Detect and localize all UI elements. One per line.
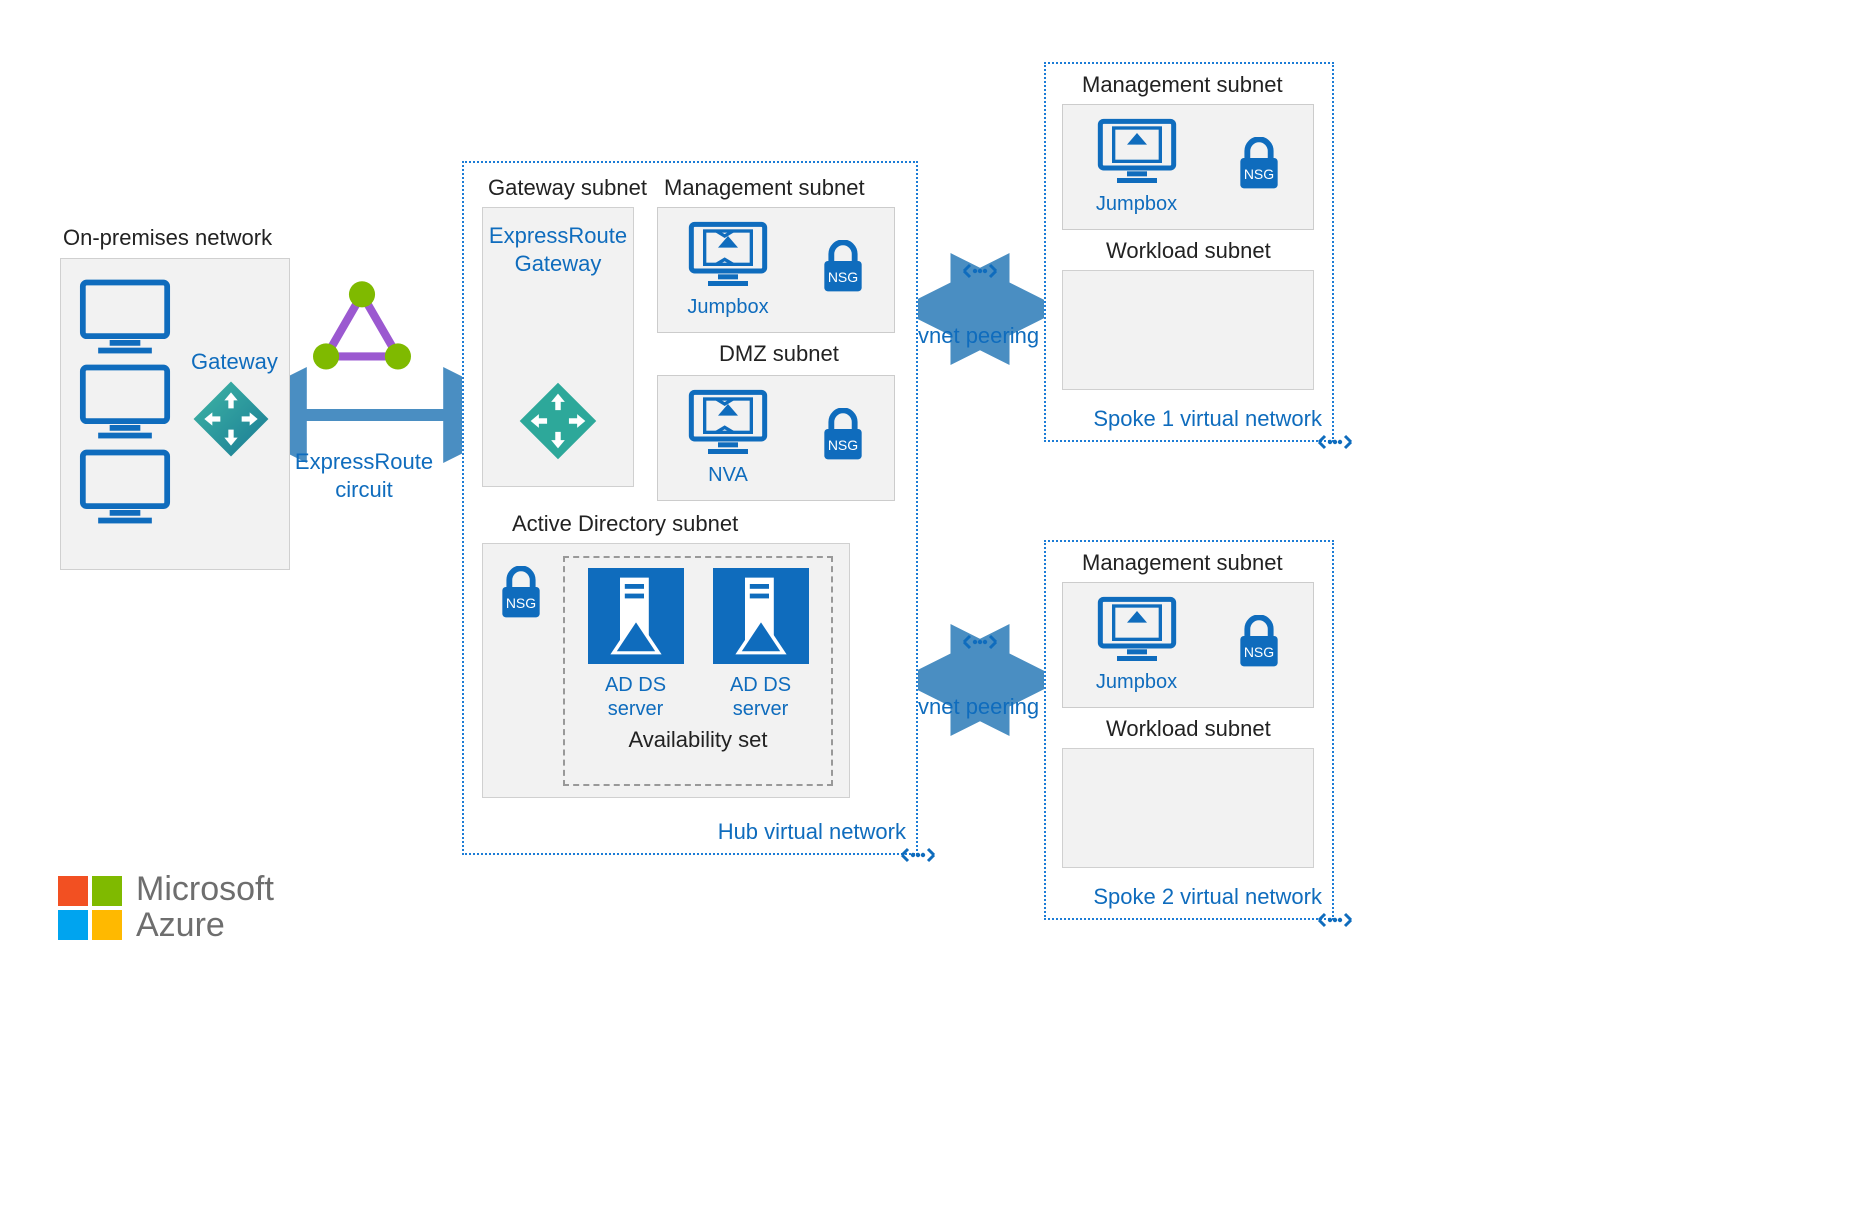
logo-text: Microsoft Azure xyxy=(136,872,274,943)
hub-vnet-box: Gateway subnet ExpressRoute Gateway Mana… xyxy=(462,161,918,855)
hub-ad-nsg: NSG xyxy=(497,566,545,627)
spoke1-nsg: NSG xyxy=(1235,137,1283,198)
vnet-peering-icon xyxy=(958,630,1002,654)
spoke2-workload-box xyxy=(1062,748,1314,868)
jumpbox-icon xyxy=(685,221,771,291)
hub-mgmt-box: Jumpbox NSG xyxy=(657,207,895,333)
hub-mgmt-title: Management subnet xyxy=(664,175,865,201)
spoke1-jumpbox-label: Jumpbox xyxy=(1094,193,1180,216)
adds2-text: AD DS server xyxy=(730,674,791,720)
vnet-peering-icon xyxy=(1313,430,1357,454)
expressroute-text: ExpressRoute circuit xyxy=(295,449,433,502)
jumpbox-icon xyxy=(1094,596,1180,666)
vnet-peering-2-label: vnet peering xyxy=(918,694,1039,720)
hub-jumpbox: Jumpbox xyxy=(685,221,771,319)
svg-text:NSG: NSG xyxy=(1243,166,1273,182)
spoke1-label: Spoke 1 virtual network xyxy=(1093,406,1322,432)
spoke2-jumpbox: Jumpbox xyxy=(1094,596,1180,694)
hub-dmz-title: DMZ subnet xyxy=(719,341,839,367)
jumpbox-icon xyxy=(1094,118,1180,188)
availability-set-box: AD DS server AD DS server Availability s… xyxy=(563,556,833,786)
spoke2-jumpbox-label: Jumpbox xyxy=(1094,671,1180,694)
monitor-icon xyxy=(79,447,171,527)
gateway-subnet-box: ExpressRoute Gateway xyxy=(482,207,634,487)
onprem-title: On-premises network xyxy=(63,225,272,251)
logo-product: Azure xyxy=(136,908,274,944)
adds1-text: AD DS server xyxy=(605,674,666,720)
availability-set-label: Availability set xyxy=(565,727,831,753)
expressroute-label: ExpressRoute circuit xyxy=(284,448,444,503)
nva-icon xyxy=(685,389,771,459)
spoke2-workload-title: Workload subnet xyxy=(1106,716,1271,742)
spoke2-box: Management subnet Jumpbox NSG Workload s… xyxy=(1044,540,1334,920)
hub-ad-title: Active Directory subnet xyxy=(512,511,738,537)
hub-vnet-label: Hub virtual network xyxy=(718,819,906,845)
onprem-box: Gateway xyxy=(60,258,290,570)
monitor-icon xyxy=(79,362,171,442)
spoke1-mgmt-box: Jumpbox NSG xyxy=(1062,104,1314,230)
hub-dmz-nsg: NSG xyxy=(819,408,867,469)
spoke1-mgmt-title: Management subnet xyxy=(1082,72,1283,98)
nsg-lock-icon: NSG xyxy=(819,240,867,296)
nsg-lock-icon: NSG xyxy=(497,566,545,622)
hub-mgmt-nsg: NSG xyxy=(819,240,867,301)
adds-server-1: AD DS server xyxy=(588,568,684,721)
server-icon xyxy=(588,568,684,664)
svg-text:NSG: NSG xyxy=(828,269,858,285)
jumpbox-label: Jumpbox xyxy=(685,296,771,319)
hub-nva: NVA xyxy=(685,389,771,487)
er-gateway-label: ExpressRoute Gateway xyxy=(483,208,633,277)
hub-dmz-box: NVA NSG xyxy=(657,375,895,501)
svg-text:NSG: NSG xyxy=(828,437,858,453)
ms-logo-squares xyxy=(58,876,122,940)
svg-text:NSG: NSG xyxy=(1243,644,1273,660)
spoke1-workload-box xyxy=(1062,270,1314,390)
server-icon xyxy=(713,568,809,664)
spoke1-workload-title: Workload subnet xyxy=(1106,238,1271,264)
spoke2-nsg: NSG xyxy=(1235,615,1283,676)
nsg-lock-icon: NSG xyxy=(1235,615,1283,671)
connectors-layer xyxy=(0,0,1869,1215)
spoke2-label: Spoke 2 virtual network xyxy=(1093,884,1322,910)
nva-label: NVA xyxy=(685,464,771,487)
hub-ad-box: NSG AD DS server AD DS server Availabili… xyxy=(482,543,850,798)
er-gateway-text: ExpressRoute Gateway xyxy=(489,223,627,276)
spoke1-box: Management subnet Jumpbox NSG Workload s… xyxy=(1044,62,1334,442)
onprem-gateway-label: Gateway xyxy=(191,349,278,375)
gateway-subnet-title: Gateway subnet xyxy=(488,175,647,201)
logo-brand: Microsoft xyxy=(136,872,274,908)
hub-gateway-icon xyxy=(517,380,599,462)
svg-text:NSG: NSG xyxy=(506,595,536,611)
nsg-lock-icon: NSG xyxy=(819,408,867,464)
adds1-label: AD DS server xyxy=(588,673,684,721)
vnet-peering-1-label: vnet peering xyxy=(918,323,1039,349)
adds-server-2: AD DS server xyxy=(713,568,809,721)
vnet-peering-icon xyxy=(1313,908,1357,932)
spoke2-mgmt-title: Management subnet xyxy=(1082,550,1283,576)
spoke1-jumpbox: Jumpbox xyxy=(1094,118,1180,216)
monitor-icon xyxy=(79,277,171,357)
expressroute-circuit-icon xyxy=(313,281,411,373)
adds2-label: AD DS server xyxy=(713,673,809,721)
vnet-peering-icon xyxy=(958,259,1002,283)
azure-logo: Microsoft Azure xyxy=(58,872,274,943)
nsg-lock-icon: NSG xyxy=(1235,137,1283,193)
vnet-peering-icon xyxy=(896,843,940,867)
spoke2-mgmt-box: Jumpbox NSG xyxy=(1062,582,1314,708)
gateway-icon xyxy=(191,379,271,459)
onprem-computers xyxy=(79,277,179,532)
